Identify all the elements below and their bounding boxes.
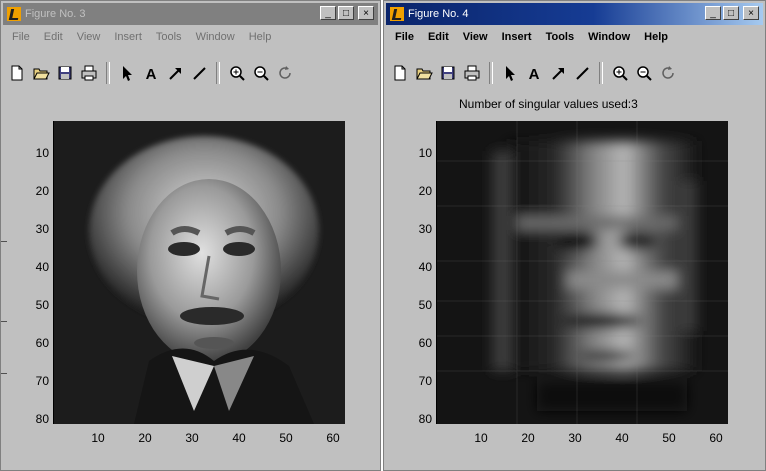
x-tick-label: 20 xyxy=(138,431,152,445)
line-icon[interactable] xyxy=(572,63,592,83)
maximize-button[interactable]: □ xyxy=(723,6,739,20)
new-file-icon[interactable] xyxy=(7,63,27,83)
x-tick-label: 30 xyxy=(185,431,199,445)
x-tick-label: 50 xyxy=(279,431,293,445)
x-tick-label: 40 xyxy=(232,431,246,445)
x-tick-label: 50 xyxy=(662,431,676,445)
y-tick-label: 20 xyxy=(418,184,432,198)
rotate-icon[interactable] xyxy=(275,63,295,83)
toolbar-separator xyxy=(489,62,493,84)
matlab-icon xyxy=(7,7,21,21)
y-tick-label: 30 xyxy=(35,222,49,236)
matlab-icon xyxy=(390,7,404,21)
menu-help[interactable]: Help xyxy=(242,31,279,43)
title-bar[interactable]: Figure No. 3 _ □ × xyxy=(3,3,378,25)
menu-edit[interactable]: Edit xyxy=(37,31,70,43)
y-tick-label: 80 xyxy=(35,412,49,426)
edge-mark xyxy=(1,321,7,322)
window-title: Figure No. 4 xyxy=(408,8,469,20)
zoom-out-icon[interactable] xyxy=(634,63,654,83)
print-icon[interactable] xyxy=(79,63,99,83)
minimize-button[interactable]: _ xyxy=(320,6,336,20)
new-file-icon[interactable] xyxy=(390,63,410,83)
y-tick-label: 10 xyxy=(35,146,49,160)
y-tick-label: 20 xyxy=(35,184,49,198)
menu-edit[interactable]: Edit xyxy=(421,31,456,43)
svg-text:A: A xyxy=(529,66,540,82)
portrait-image xyxy=(54,121,345,424)
print-icon[interactable] xyxy=(462,63,482,83)
zoom-out-icon[interactable] xyxy=(251,63,271,83)
menu-window[interactable]: Window xyxy=(189,31,242,43)
select-arrow-icon[interactable] xyxy=(500,63,520,83)
close-button[interactable]: × xyxy=(743,6,759,20)
svg-text:A: A xyxy=(146,66,157,82)
image-axes[interactable] xyxy=(53,121,345,424)
y-tick-label: 60 xyxy=(35,336,49,350)
close-button[interactable]: × xyxy=(358,6,374,20)
title-bar[interactable]: Figure No. 4 _ □ × xyxy=(386,3,763,25)
text-icon[interactable]: A xyxy=(141,63,161,83)
x-tick-label: 10 xyxy=(91,431,105,445)
rotate-icon[interactable] xyxy=(658,63,678,83)
zoom-in-icon[interactable] xyxy=(610,63,630,83)
save-icon[interactable] xyxy=(55,63,75,83)
toolbar: A xyxy=(390,59,678,87)
toolbar-separator xyxy=(599,62,603,84)
y-tick-label: 50 xyxy=(418,298,432,312)
y-tick-label: 30 xyxy=(418,222,432,236)
y-tick-label: 10 xyxy=(418,146,432,160)
zoom-in-icon[interactable] xyxy=(227,63,247,83)
minimize-button[interactable]: _ xyxy=(705,6,721,20)
x-tick-label: 20 xyxy=(521,431,535,445)
menu-insert[interactable]: Insert xyxy=(107,31,149,43)
x-tick-label: 30 xyxy=(568,431,582,445)
menu-bar: File Edit View Insert Tools Window Help xyxy=(388,31,675,43)
menu-tools[interactable]: Tools xyxy=(149,31,189,43)
menu-tools[interactable]: Tools xyxy=(539,31,582,43)
x-tick-label: 10 xyxy=(474,431,488,445)
figure-window-4: Figure No. 4 _ □ × File Edit View Insert… xyxy=(383,0,766,471)
x-tick-label: 60 xyxy=(709,431,723,445)
menu-view[interactable]: View xyxy=(70,31,108,43)
y-tick-label: 40 xyxy=(418,260,432,274)
x-tick-label: 60 xyxy=(326,431,340,445)
figure-window-3: Figure No. 3 _ □ × File Edit View Insert… xyxy=(0,0,381,471)
y-tick-label: 80 xyxy=(418,412,432,426)
arrow-icon[interactable] xyxy=(165,63,185,83)
open-folder-icon[interactable] xyxy=(31,63,51,83)
toolbar-separator xyxy=(106,62,110,84)
axes-title: Number of singular values used:3 xyxy=(459,97,638,111)
menu-file[interactable]: File xyxy=(388,31,421,43)
toolbar-separator xyxy=(216,62,220,84)
select-arrow-icon[interactable] xyxy=(117,63,137,83)
edge-mark xyxy=(1,373,7,374)
image-axes[interactable] xyxy=(436,121,728,424)
y-tick-label: 70 xyxy=(418,374,432,388)
window-title: Figure No. 3 xyxy=(25,8,86,20)
menu-view[interactable]: View xyxy=(456,31,495,43)
menu-bar: File Edit View Insert Tools Window Help xyxy=(5,31,278,43)
maximize-button[interactable]: □ xyxy=(338,6,354,20)
y-tick-label: 40 xyxy=(35,260,49,274)
y-tick-label: 60 xyxy=(418,336,432,350)
y-tick-label: 70 xyxy=(35,374,49,388)
open-folder-icon[interactable] xyxy=(414,63,434,83)
y-tick-label: 50 xyxy=(35,298,49,312)
menu-help[interactable]: Help xyxy=(637,31,675,43)
approximated-image xyxy=(437,121,728,424)
menu-file[interactable]: File xyxy=(5,31,37,43)
arrow-icon[interactable] xyxy=(548,63,568,83)
edge-mark xyxy=(1,241,7,242)
x-tick-label: 40 xyxy=(615,431,629,445)
save-icon[interactable] xyxy=(438,63,458,83)
line-icon[interactable] xyxy=(189,63,209,83)
text-icon[interactable]: A xyxy=(524,63,544,83)
menu-insert[interactable]: Insert xyxy=(495,31,539,43)
menu-window[interactable]: Window xyxy=(581,31,637,43)
toolbar: A xyxy=(7,59,295,87)
